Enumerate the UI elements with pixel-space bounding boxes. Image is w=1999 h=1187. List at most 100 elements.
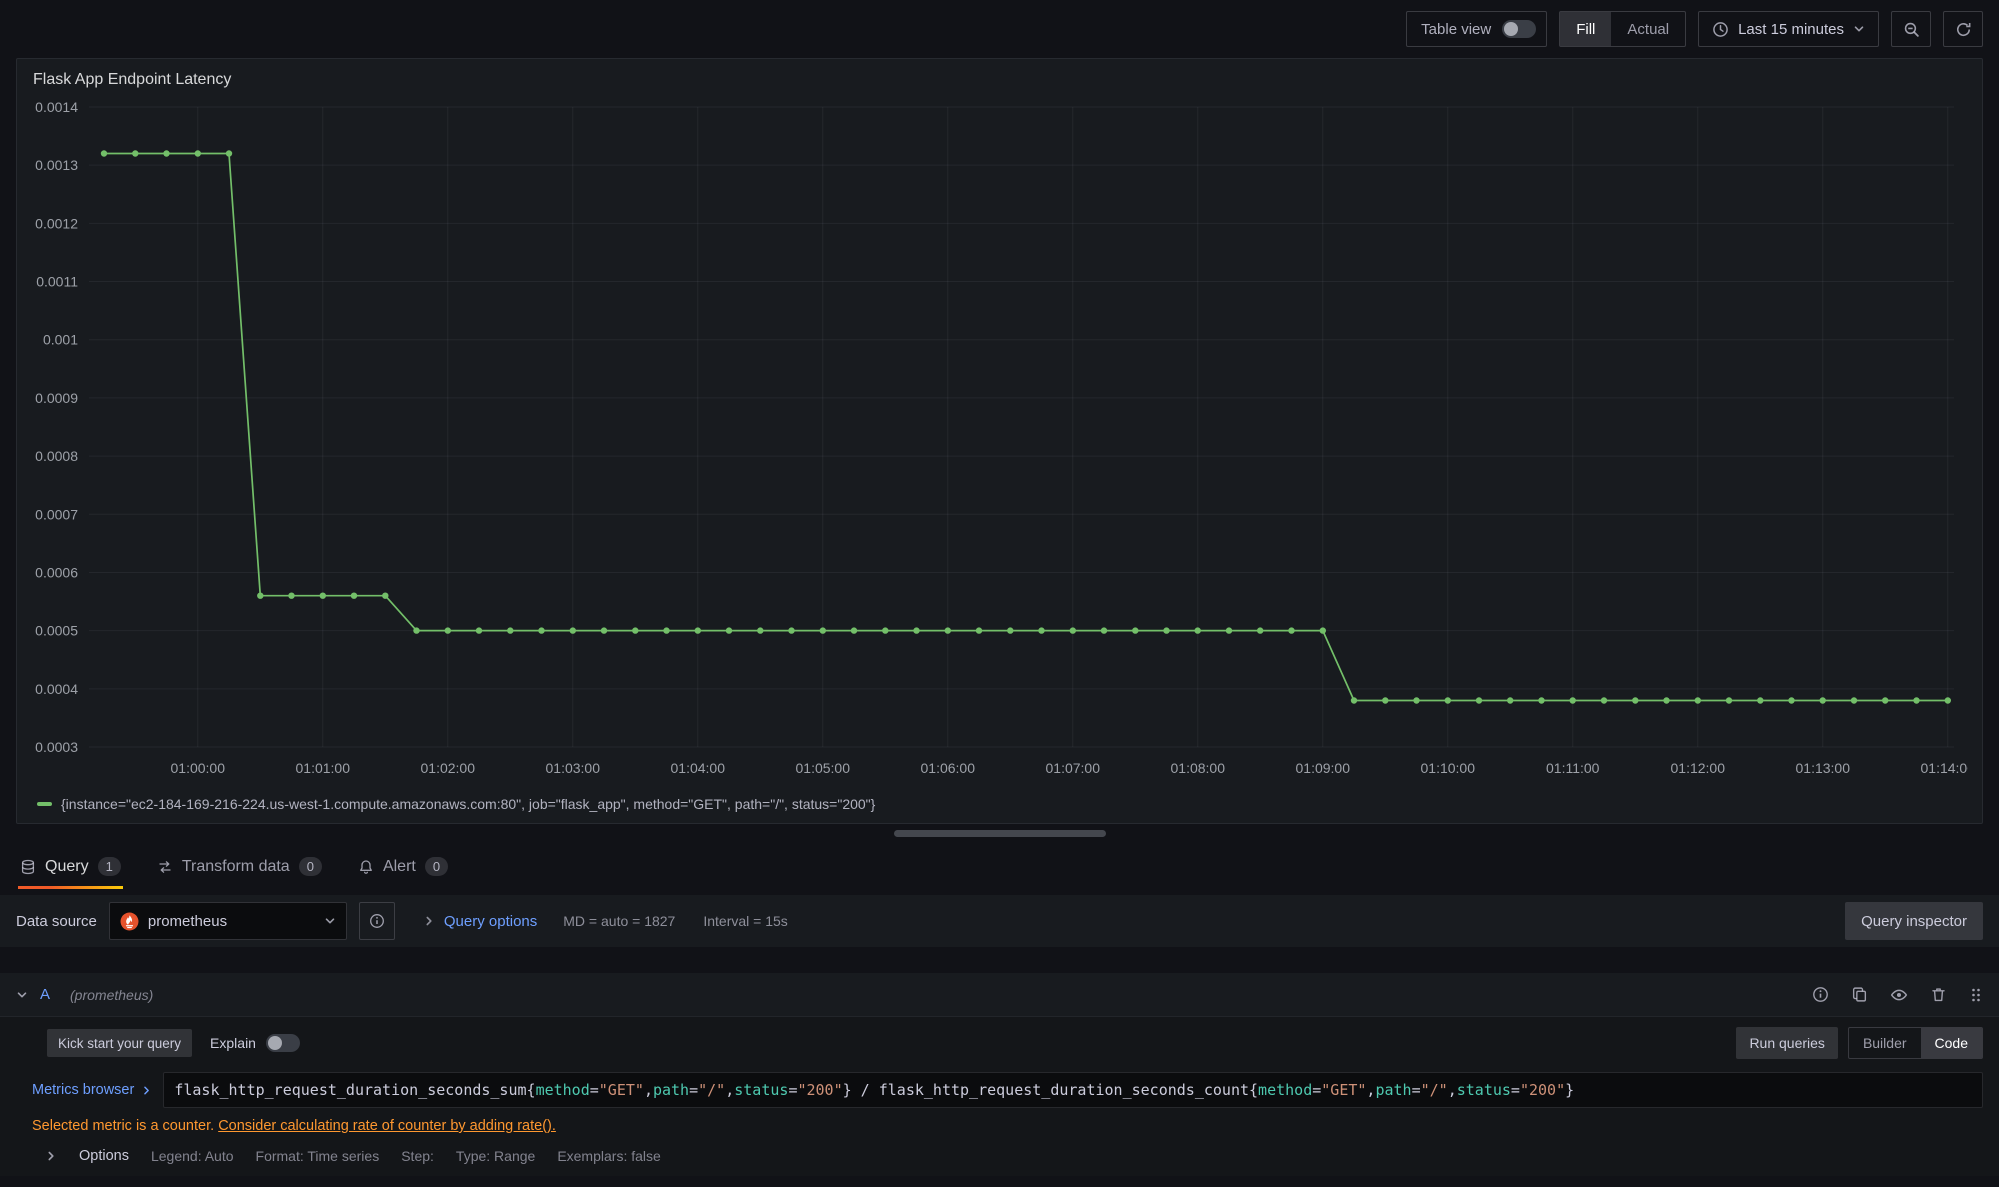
mode-code[interactable]: Code — [1921, 1028, 1982, 1058]
editor-mode-group: Builder Code — [1848, 1027, 1983, 1059]
prometheus-icon — [120, 912, 139, 931]
tab-transform-count: 0 — [299, 857, 322, 876]
tab-transform-data[interactable]: Transform data 0 — [155, 857, 324, 889]
svg-text:01:10:00: 01:10:00 — [1421, 760, 1476, 776]
tab-alert[interactable]: Alert 0 — [356, 857, 450, 889]
query-options-summary: MD = auto = 1827 Interval = 15s — [563, 913, 788, 929]
query-datasource-hint: (prometheus) — [70, 987, 153, 1003]
svg-text:01:03:00: 01:03:00 — [546, 760, 601, 776]
svg-text:01:01:00: 01:01:00 — [296, 760, 351, 776]
svg-text:0.0003: 0.0003 — [35, 739, 78, 755]
promql-query-input[interactable]: flask_http_request_duration_seconds_sum{… — [163, 1072, 1983, 1108]
bell-icon — [358, 859, 374, 875]
explain-label: Explain — [210, 1035, 256, 1051]
zoom-out-button[interactable] — [1891, 11, 1931, 47]
editor-toolbar-right: Run queries Builder Code — [1736, 1027, 1983, 1059]
tab-alert-count: 0 — [425, 857, 448, 876]
table-view-toggle[interactable] — [1502, 20, 1536, 38]
warning-text: Selected metric is a counter. — [32, 1118, 214, 1134]
table-view-control: Table view — [1406, 11, 1547, 47]
latency-panel: Flask App Endpoint Latency 0.00030.00040… — [16, 58, 1983, 824]
editor-tabs: Query 1 Transform data 0 Alert 0 — [0, 839, 1999, 889]
tab-transform-label: Transform data — [182, 858, 290, 876]
chevron-right-icon[interactable] — [45, 1150, 57, 1162]
datasource-row: Data source prometheus Query options MD … — [0, 895, 1999, 947]
query-ref-id[interactable]: A — [40, 986, 50, 1003]
chevron-right-icon — [423, 915, 435, 927]
metrics-browser-toggle[interactable]: Metrics browser — [32, 1082, 152, 1098]
latency-chart[interactable]: 0.00030.00040.00050.00060.00070.00080.00… — [31, 93, 1968, 789]
datasource-help-button[interactable] — [359, 902, 395, 940]
series-legend-item[interactable]: {instance="ec2-184-169-216-224.us-west-1… — [31, 789, 1968, 819]
split-resize-handle[interactable] — [894, 830, 1106, 837]
metrics-browser-label: Metrics browser — [32, 1082, 134, 1098]
tab-query-label: Query — [45, 858, 89, 876]
view-mode-actual[interactable]: Actual — [1611, 12, 1685, 46]
counter-warning: Selected metric is a counter. Consider c… — [32, 1118, 1983, 1134]
chevron-right-icon — [141, 1085, 152, 1096]
query-row-actions — [1812, 986, 1983, 1004]
clock-icon — [1712, 21, 1729, 38]
panel-edit-toolbar: Table view Fill Actual Last 15 minutes — [0, 0, 1999, 58]
svg-text:01:11:00: 01:11:00 — [1546, 760, 1600, 776]
svg-text:0.0009: 0.0009 — [35, 390, 78, 406]
series-color-swatch — [37, 802, 52, 806]
editor-toolbar: Kick start your query Explain Run querie… — [32, 1027, 1983, 1059]
explain-toggle[interactable] — [266, 1034, 300, 1052]
svg-text:01:06:00: 01:06:00 — [921, 760, 976, 776]
info-circle-icon — [369, 913, 385, 929]
kick-start-query-button[interactable]: Kick start your query — [47, 1029, 192, 1057]
chevron-down-icon — [324, 915, 336, 927]
svg-text:01:04:00: 01:04:00 — [671, 760, 726, 776]
svg-text:01:12:00: 01:12:00 — [1671, 760, 1726, 776]
info-circle-icon[interactable] — [1812, 986, 1829, 1003]
view-mode-fill[interactable]: Fill — [1560, 12, 1611, 46]
magnifier-minus-icon — [1903, 21, 1920, 38]
query-editor-body: Kick start your query Explain Run querie… — [0, 1017, 1999, 1176]
svg-text:0.0006: 0.0006 — [35, 564, 78, 580]
query-field-row: Metrics browser flask_http_request_durat… — [32, 1072, 1983, 1108]
options-label[interactable]: Options — [79, 1148, 129, 1164]
datasource-name: prometheus — [148, 913, 315, 930]
query-options-toggle[interactable]: Query options — [423, 913, 537, 930]
query-options-footer: Options Legend: Auto Format: Time series… — [32, 1148, 1983, 1164]
query-code: flask_http_request_duration_seconds_sum{… — [174, 1081, 1574, 1099]
svg-text:01:02:00: 01:02:00 — [421, 760, 476, 776]
options-format: Format: Time series — [256, 1148, 380, 1164]
explain-control: Explain — [210, 1034, 300, 1052]
time-range-picker[interactable]: Last 15 minutes — [1698, 11, 1879, 47]
collapse-chevron-icon[interactable] — [16, 989, 28, 1001]
query-row-header[interactable]: A (prometheus) — [0, 973, 1999, 1017]
max-data-points-summary: MD = auto = 1827 — [563, 913, 675, 929]
svg-text:0.0013: 0.0013 — [35, 157, 78, 173]
options-step: Step: — [401, 1148, 434, 1164]
svg-text:0.001: 0.001 — [43, 332, 78, 348]
mode-builder[interactable]: Builder — [1849, 1028, 1921, 1058]
delete-query-trash-icon[interactable] — [1930, 986, 1947, 1003]
panel-title: Flask App Endpoint Latency — [31, 65, 1968, 93]
svg-text:01:07:00: 01:07:00 — [1046, 760, 1101, 776]
drag-handle-icon[interactable] — [1969, 987, 1983, 1003]
svg-text:0.0011: 0.0011 — [36, 274, 78, 290]
query-options-label: Query options — [444, 913, 537, 930]
svg-text:0.0007: 0.0007 — [35, 506, 78, 522]
datasource-select[interactable]: prometheus — [109, 902, 347, 940]
svg-text:01:08:00: 01:08:00 — [1171, 760, 1226, 776]
chevron-down-icon — [1853, 23, 1865, 35]
run-queries-button[interactable]: Run queries — [1736, 1027, 1838, 1059]
warning-rate-link[interactable]: Consider calculating rate of counter by … — [218, 1118, 556, 1134]
svg-text:0.0008: 0.0008 — [35, 448, 78, 464]
table-view-label: Table view — [1421, 21, 1491, 38]
svg-text:01:14:00: 01:14:00 — [1921, 760, 1969, 776]
query-inspector-button[interactable]: Query inspector — [1845, 902, 1983, 940]
view-mode-group: Fill Actual — [1559, 11, 1686, 47]
transform-icon — [157, 859, 173, 875]
refresh-icon — [1955, 21, 1972, 38]
refresh-button[interactable] — [1943, 11, 1983, 47]
tab-query[interactable]: Query 1 — [18, 857, 123, 889]
disable-query-eye-icon[interactable] — [1890, 986, 1908, 1004]
duplicate-query-icon[interactable] — [1851, 986, 1868, 1003]
options-type: Type: Range — [456, 1148, 535, 1164]
interval-summary: Interval = 15s — [703, 913, 787, 929]
svg-text:01:13:00: 01:13:00 — [1796, 760, 1851, 776]
